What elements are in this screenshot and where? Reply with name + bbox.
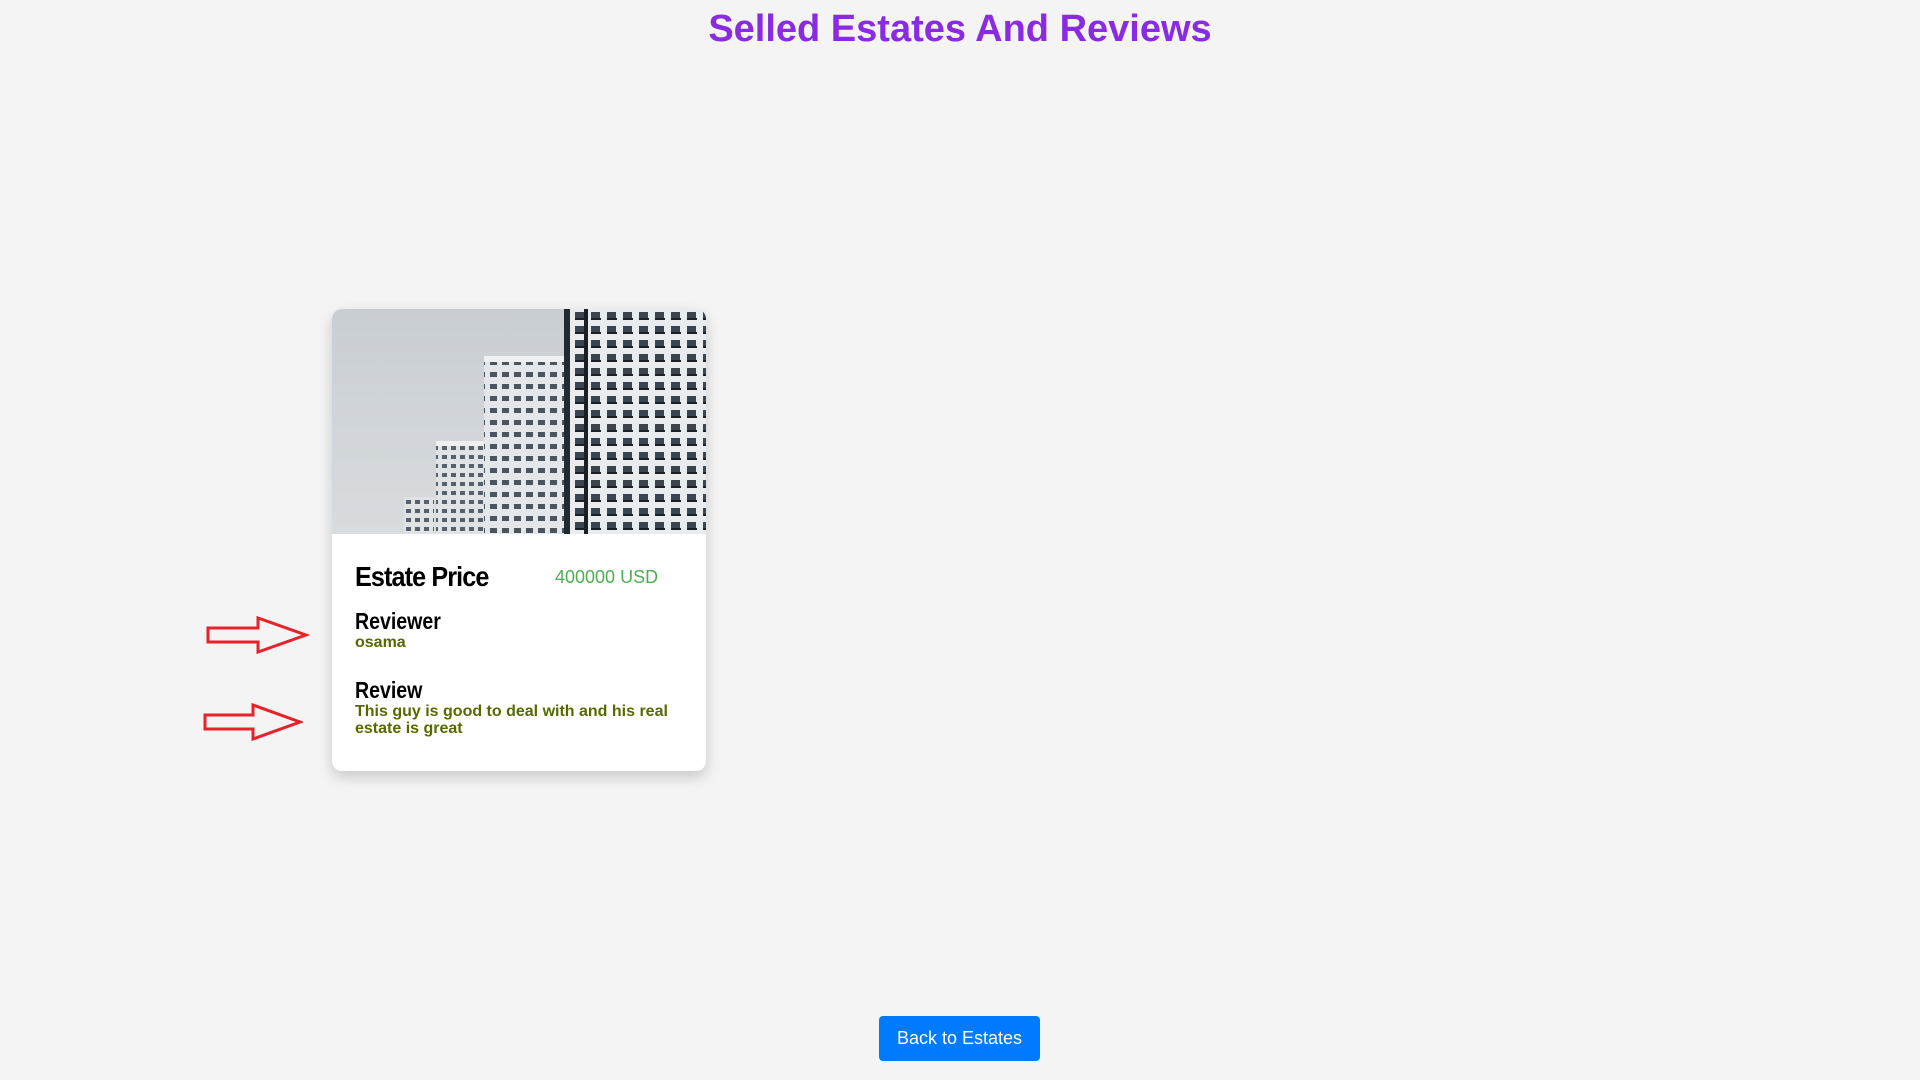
estate-building-image bbox=[332, 309, 706, 534]
estate-card: Estate Price 400000 USD Reviewer osama R… bbox=[332, 309, 706, 771]
right-arrow-icon bbox=[206, 616, 310, 654]
review-label: Review bbox=[355, 677, 423, 703]
review-section: Review This guy is good to deal with and… bbox=[355, 677, 683, 737]
reviewer-label: Reviewer bbox=[355, 608, 441, 634]
estate-price-label: Estate Price bbox=[355, 561, 489, 592]
page-title: Selled Estates And Reviews bbox=[708, 8, 1212, 50]
right-arrow-icon bbox=[203, 703, 303, 741]
reviewer-name: osama bbox=[355, 634, 406, 651]
back-to-estates-button[interactable]: Back to Estates bbox=[879, 1016, 1040, 1061]
estate-price-value: 400000 USD bbox=[555, 566, 659, 587]
review-text: This guy is good to deal with and his re… bbox=[355, 703, 668, 737]
reviewer-section: Reviewer osama bbox=[355, 608, 683, 651]
